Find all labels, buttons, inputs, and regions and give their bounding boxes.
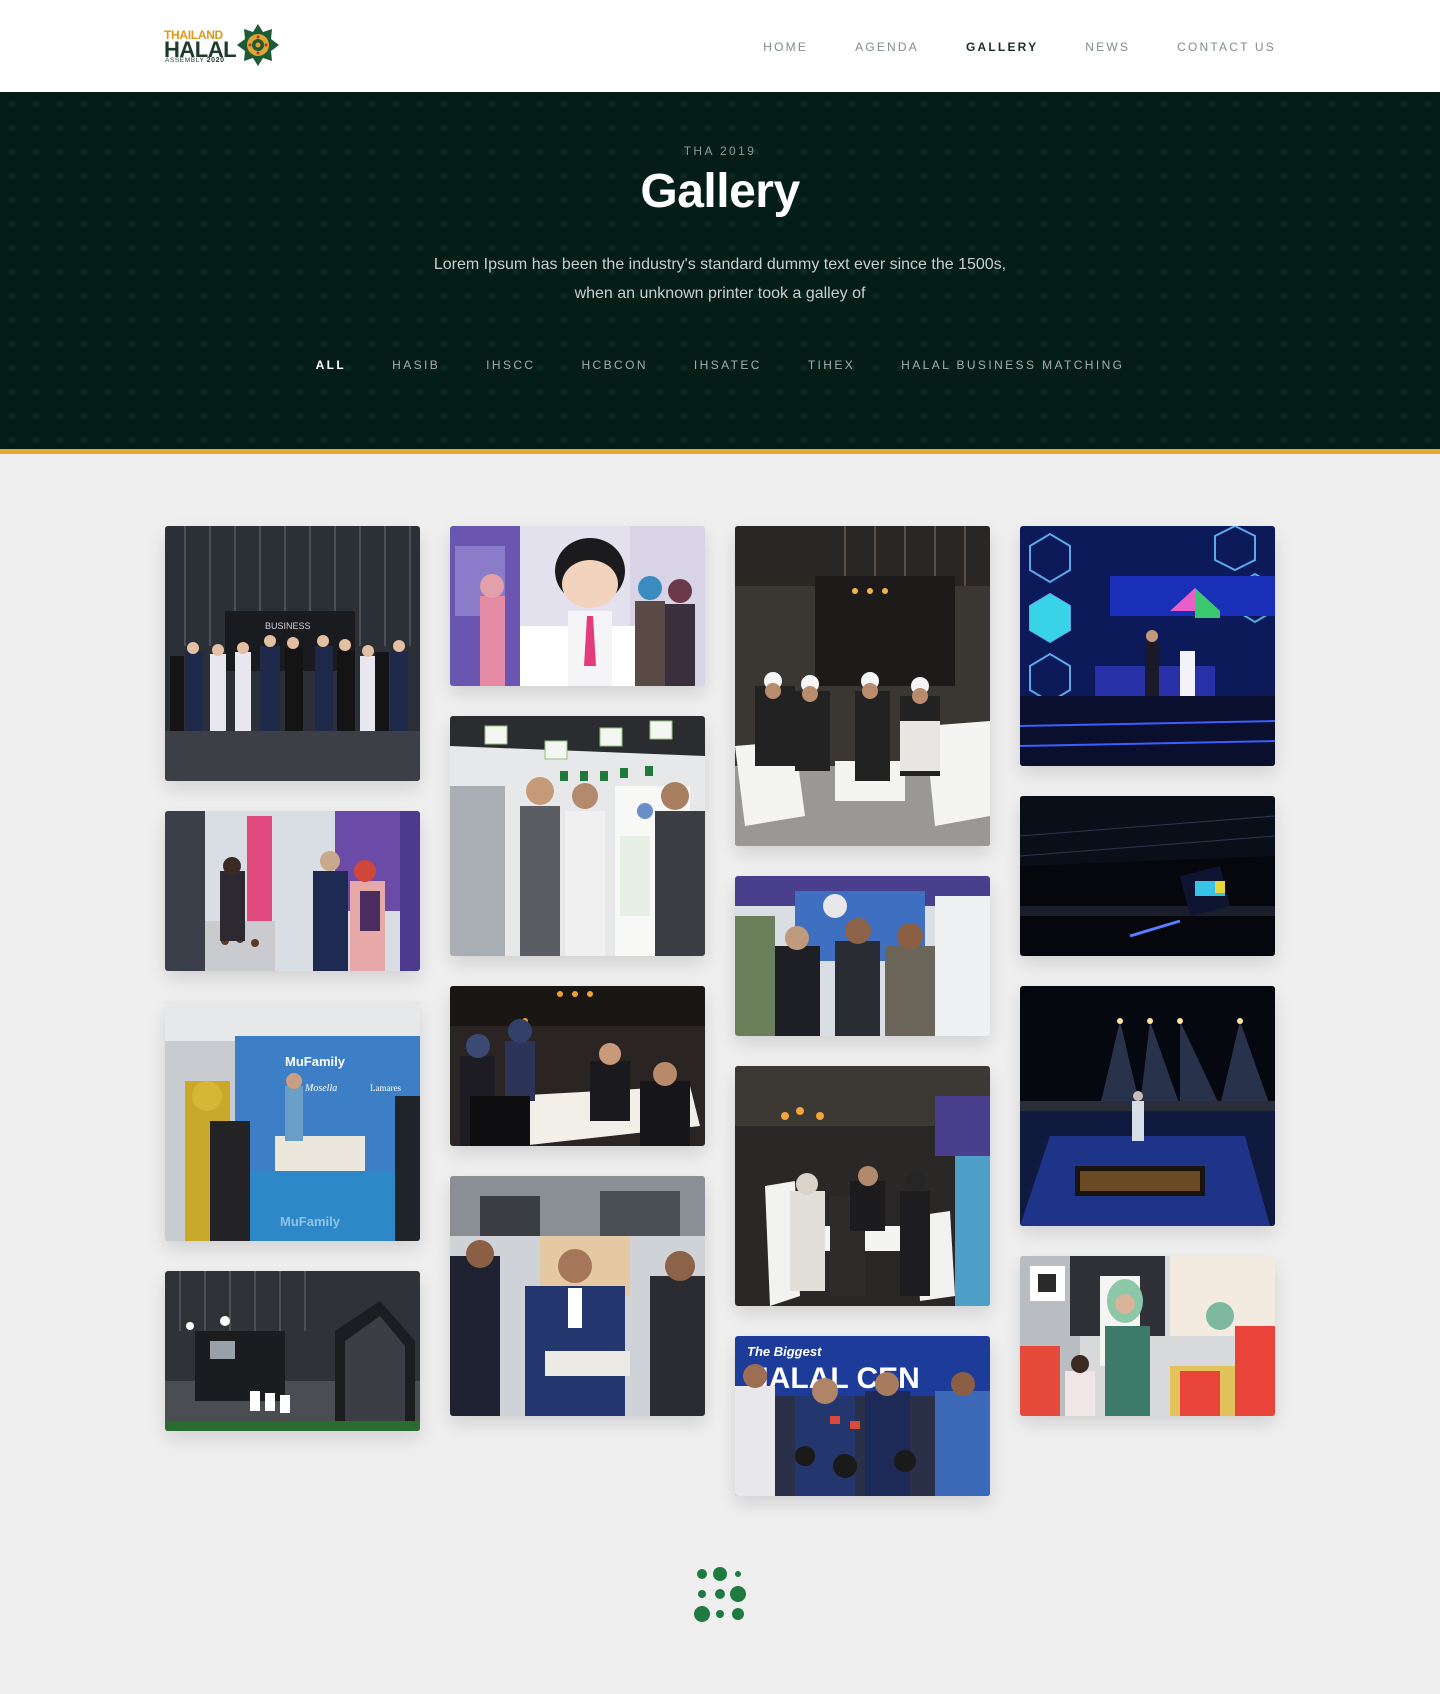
site-logo[interactable]: THAILAND HALAL ASSEMBLY 2020	[164, 22, 284, 70]
hero-description: Lorem Ipsum has been the industry's stan…	[433, 256, 1007, 302]
gallery-photo[interactable]	[450, 1176, 705, 1416]
svg-text:BUSINESS: BUSINESS	[265, 621, 311, 631]
svg-text:MuFamily: MuFamily	[285, 1054, 346, 1069]
nav-agenda[interactable]: AGENDA	[855, 40, 919, 54]
nav-contact-us[interactable]: CONTACT US	[1177, 40, 1276, 54]
gallery-photo[interactable]	[450, 986, 705, 1146]
filter-tihex[interactable]: TIHEX	[808, 358, 855, 372]
gallery-photo[interactable]	[450, 716, 705, 956]
gallery-photo[interactable]	[735, 526, 990, 846]
gallery-photo[interactable]	[450, 526, 705, 686]
gallery-photo[interactable]	[165, 811, 420, 971]
gallery-photo[interactable]: MuFamily Mosella Lamares MuFamily	[165, 1001, 420, 1241]
filter-all[interactable]: ALL	[316, 358, 347, 372]
svg-text:Lamares: Lamares	[370, 1083, 401, 1093]
filter-hasib[interactable]: HASIB	[392, 358, 440, 372]
site-header: THAILAND HALAL ASSEMBLY 2020 HOME AGENDA…	[0, 0, 1440, 92]
gallery-photo[interactable]: BUSINESS	[165, 526, 420, 781]
filter-halal-business-matching[interactable]: HALAL BUSINESS MATCHING	[901, 358, 1124, 372]
hero-accent-border	[0, 449, 1440, 454]
star-emblem-icon	[237, 24, 279, 66]
svg-text:MuFamily: MuFamily	[280, 1214, 341, 1229]
gallery-photo[interactable]	[1020, 986, 1275, 1226]
filter-hcbcon[interactable]: HCBCON	[581, 358, 647, 372]
gallery-photo[interactable]	[1020, 526, 1275, 766]
main-nav: HOME AGENDA GALLERY NEWS CONTACT US	[763, 40, 1276, 54]
gallery-photo[interactable]: The Biggest HALAL CEN	[735, 1336, 990, 1496]
gallery-filter-tabs: ALL HASIB IHSCC HCBCON IHSATEC TIHEX HAL…	[0, 358, 1440, 372]
gallery-photo[interactable]	[165, 1271, 420, 1431]
nav-news[interactable]: NEWS	[1085, 40, 1130, 54]
gallery-photo[interactable]	[735, 1066, 990, 1306]
gallery-photo[interactable]	[1020, 796, 1275, 956]
svg-text:The Biggest: The Biggest	[747, 1344, 822, 1359]
svg-text:Mosella: Mosella	[304, 1083, 337, 1094]
gallery-photo[interactable]	[735, 876, 990, 1036]
dot-grid-loader-icon	[694, 1567, 746, 1622]
hero-banner: THA 2019 Gallery Lorem Ipsum has been th…	[0, 92, 1440, 449]
filter-ihscc[interactable]: IHSCC	[486, 358, 535, 372]
page-title: Gallery	[640, 165, 800, 218]
nav-gallery[interactable]: GALLERY	[966, 40, 1038, 54]
nav-home[interactable]: HOME	[763, 40, 808, 54]
hero-kicker: THA 2019	[683, 144, 757, 158]
logo-text-assembly: ASSEMBLY 2020	[165, 57, 225, 64]
gallery-photo[interactable]	[1020, 1256, 1275, 1416]
filter-ihsatec[interactable]: IHSATEC	[694, 358, 762, 372]
